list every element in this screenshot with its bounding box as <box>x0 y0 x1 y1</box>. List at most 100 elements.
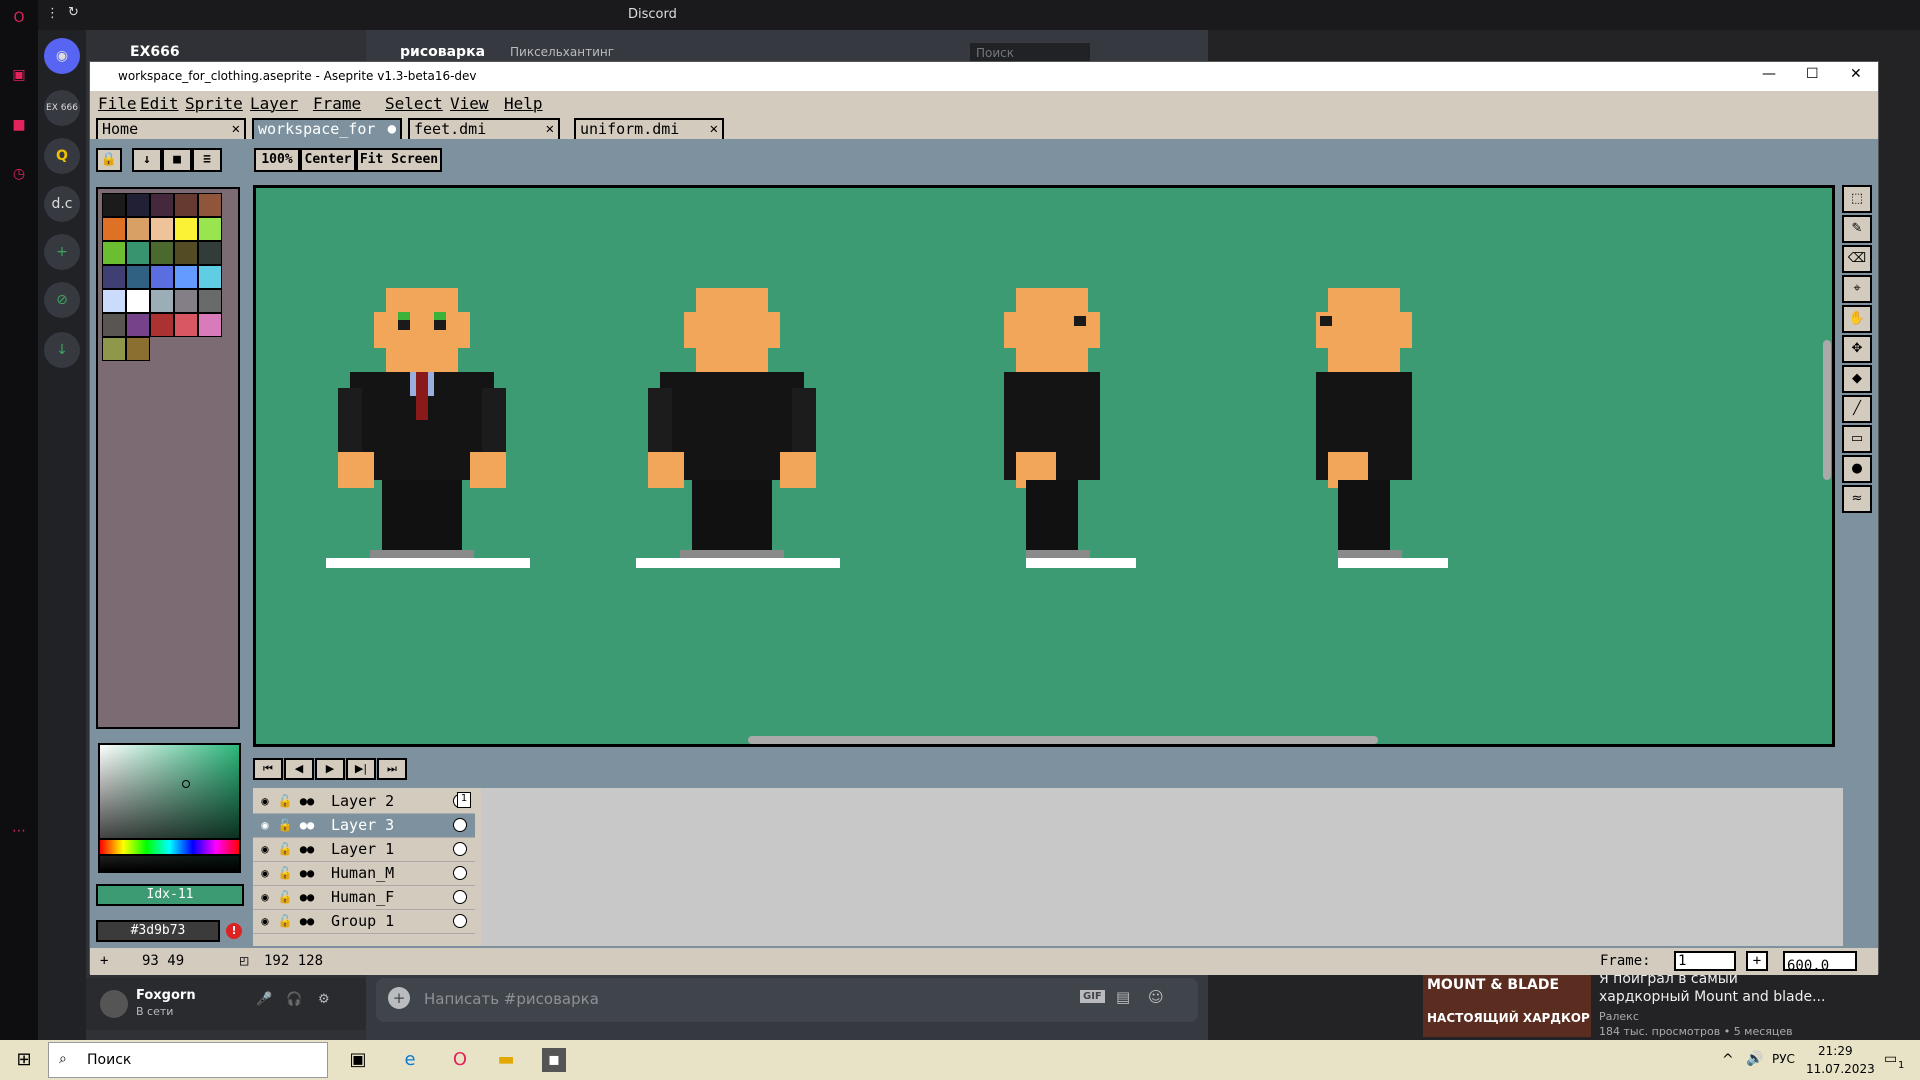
close-icon[interactable]: ✕ <box>232 120 240 138</box>
tray-arrow-icon[interactable]: ^ <box>1722 1052 1734 1068</box>
server-icon-q[interactable]: Q <box>44 138 80 174</box>
palette-swatch[interactable] <box>126 217 150 241</box>
headphones-icon[interactable]: 🎧 <box>286 992 302 1007</box>
cel-area[interactable] <box>481 788 1843 946</box>
palette-swatch[interactable] <box>174 193 198 217</box>
video-ad[interactable]: MOUNT & BLADE НАСТОЯЩИЙ ХАРДКОР Я поигра… <box>1423 971 1893 1038</box>
color-picker-cursor[interactable] <box>182 780 190 788</box>
reload-icon[interactable]: ↻ <box>68 5 79 20</box>
prev-frame-icon[interactable]: ◀ <box>284 758 314 780</box>
server-icon-dc[interactable]: d.c <box>44 186 80 222</box>
unsaved-dot-icon[interactable]: ● <box>388 120 396 138</box>
explore-icon[interactable]: ⊘ <box>44 282 80 318</box>
palette-swatch[interactable] <box>174 241 198 265</box>
maximize-icon[interactable]: ☐ <box>1806 66 1819 82</box>
task-view-icon[interactable]: ▣ <box>346 1048 370 1072</box>
pencil-icon[interactable]: ✎ <box>1842 215 1872 243</box>
eyedropper-icon[interactable]: ⌖ <box>1842 275 1872 303</box>
layer-row[interactable]: ◉ 🔓 ●● Layer 1 <box>253 838 475 862</box>
palette-swatch[interactable] <box>102 193 126 217</box>
horizontal-scrollbar[interactable] <box>748 736 1378 744</box>
discord-home-icon[interactable]: ◉ <box>44 38 80 74</box>
continuous-icon[interactable]: ●● <box>299 913 315 929</box>
tab-workspace[interactable]: workspace_for ● <box>252 118 402 139</box>
cel-dot[interactable] <box>453 842 467 856</box>
first-frame-icon[interactable]: ⏮ <box>253 758 283 780</box>
palette-swatch[interactable] <box>150 265 174 289</box>
palette-swatch[interactable] <box>150 313 174 337</box>
eye-icon[interactable]: ◉ <box>257 889 273 905</box>
palette-swatch[interactable] <box>198 241 222 265</box>
close-icon[interactable]: ✕ <box>1850 66 1862 82</box>
palette-swatch[interactable] <box>150 217 174 241</box>
sticker-icon[interactable]: ▤ <box>1116 988 1130 1006</box>
palette-swatch[interactable] <box>174 289 198 313</box>
mute-icon[interactable]: 🎤 <box>256 992 272 1007</box>
menu-select[interactable]: Select <box>385 94 443 113</box>
menu-dots-icon[interactable]: ⋮ <box>46 6 59 21</box>
eye-icon[interactable]: ◉ <box>257 793 273 809</box>
cel-dot[interactable] <box>453 818 467 832</box>
tab-uniform[interactable]: uniform.dmi ✕ <box>574 118 724 139</box>
more-icon[interactable]: ⋯ <box>10 822 28 840</box>
cel-dot[interactable] <box>453 866 467 880</box>
volume-icon[interactable]: 🔊 <box>1746 1051 1763 1067</box>
menu-file[interactable]: File <box>98 94 137 113</box>
emoji-icon[interactable]: ☺ <box>1148 988 1164 1006</box>
continuous-icon[interactable]: ●● <box>299 889 315 905</box>
next-frame-icon[interactable]: ▶| <box>346 758 376 780</box>
lock-icon[interactable]: 🔓 <box>277 841 293 857</box>
palette-swatch[interactable] <box>198 313 222 337</box>
palette-swatch[interactable] <box>102 241 126 265</box>
color-hex-field[interactable]: #3d9b73 <box>96 920 220 942</box>
eraser-icon[interactable]: ⌫ <box>1842 245 1872 273</box>
palette-swatch[interactable] <box>150 241 174 265</box>
opera-logo-icon[interactable]: O <box>10 9 28 27</box>
sort-down-icon[interactable]: ↓ <box>132 148 162 172</box>
menu-view[interactable]: View <box>450 94 489 113</box>
minimize-icon[interactable]: — <box>1762 66 1776 82</box>
layer-row[interactable]: ◉ 🔓 ●● Human_F <box>253 886 475 910</box>
rectangle-icon[interactable]: ▭ <box>1842 425 1872 453</box>
palette-swatch[interactable] <box>126 337 150 361</box>
palette-swatch[interactable] <box>150 289 174 313</box>
palette-swatch[interactable] <box>126 313 150 337</box>
close-icon[interactable]: ✕ <box>546 120 554 138</box>
hue-slider[interactable] <box>98 838 241 856</box>
add-server-icon[interactable]: + <box>44 234 80 270</box>
cel-dot[interactable] <box>453 890 467 904</box>
add-attachment-icon[interactable]: + <box>388 987 410 1009</box>
menu-help[interactable]: Help <box>504 94 543 113</box>
center-button[interactable]: Center <box>300 148 356 172</box>
continuous-icon[interactable]: ●● <box>299 865 315 881</box>
palette-swatch[interactable] <box>198 217 222 241</box>
tab-home[interactable]: Home ✕ <box>96 118 246 139</box>
menu-frame[interactable]: Frame <box>313 94 361 113</box>
file-explorer-icon[interactable]: ▬ <box>494 1048 518 1072</box>
lock-icon[interactable]: 🔓 <box>277 913 293 929</box>
palette-swatch[interactable] <box>126 193 150 217</box>
bag-icon[interactable]: ▣ <box>10 66 28 84</box>
taskbar-search[interactable]: ⌕ Поиск <box>48 1042 328 1078</box>
palette-swatch[interactable] <box>126 289 150 313</box>
layer-row[interactable]: ◉ 🔓 ●● Layer 2 <box>253 790 475 814</box>
move-icon[interactable]: ✥ <box>1842 335 1872 363</box>
download-icon[interactable]: ↓ <box>44 332 80 368</box>
edge-icon[interactable]: e <box>398 1048 422 1072</box>
zoom-input[interactable]: 600.0 <box>1783 951 1857 974</box>
menu-layer[interactable]: Layer <box>250 94 298 113</box>
lock-icon[interactable]: 🔓 <box>277 889 293 905</box>
palette-swatch[interactable] <box>102 313 126 337</box>
server-icon-ex666[interactable]: EX 666 <box>44 90 80 126</box>
cel-dot[interactable] <box>453 914 467 928</box>
blur-icon[interactable]: ≈ <box>1842 485 1872 513</box>
clock-time[interactable]: 21:29 <box>1818 1044 1853 1058</box>
windows-start-icon[interactable]: ⊞ <box>12 1048 36 1072</box>
gif-button[interactable]: GIF <box>1080 990 1105 1003</box>
last-frame-icon[interactable]: ⏭ <box>377 758 407 780</box>
hand-icon[interactable]: ✋ <box>1842 305 1872 333</box>
gear-icon[interactable]: ⚙ <box>318 992 330 1007</box>
palette-swatch[interactable] <box>198 193 222 217</box>
server-name[interactable]: EX666 <box>130 44 180 60</box>
layer-row[interactable]: ◉ 🔓 ●● Group 1 <box>253 910 475 934</box>
